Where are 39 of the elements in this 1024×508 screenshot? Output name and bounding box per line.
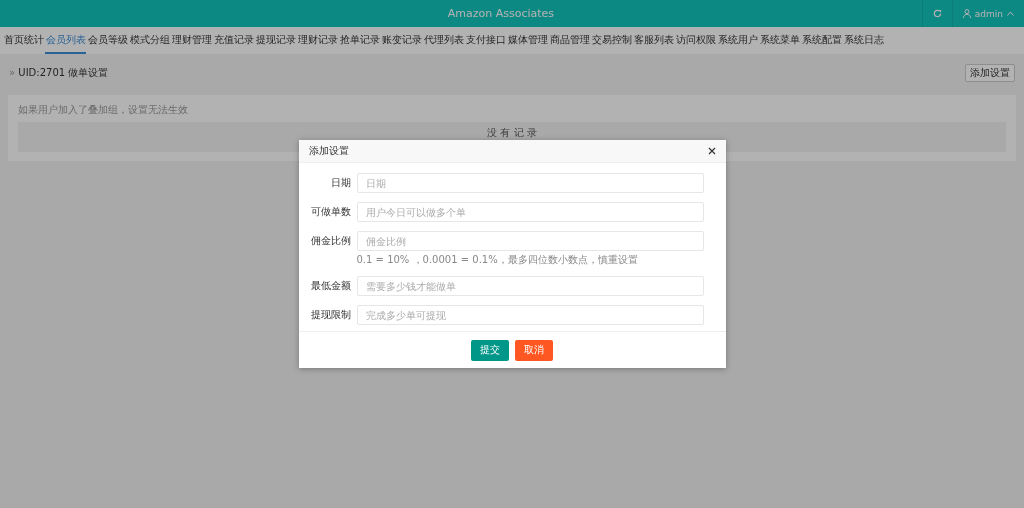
nav-tab[interactable]: 系统用户	[717, 27, 758, 54]
field-label: 可做单数	[309, 205, 351, 219]
nav-tab[interactable]: 首页统计	[3, 27, 44, 54]
nav-tab[interactable]: 商品管理	[549, 27, 590, 54]
refresh-icon	[932, 9, 942, 18]
close-icon[interactable]	[707, 147, 716, 155]
input-field[interactable]: 佣金比例	[356, 231, 704, 251]
breadcrumb: » UID:2701 做单设置	[9, 66, 109, 80]
nav-tab[interactable]: 系统菜单	[759, 27, 800, 54]
nav-tab[interactable]: 理财管理	[171, 27, 212, 54]
nav-tab[interactable]: 系统配置	[801, 27, 842, 54]
app-title: Amazon Associates	[446, 7, 556, 20]
input-field[interactable]: 用户今日可以做多个单	[356, 202, 704, 222]
nav-tab[interactable]: 理财记录	[297, 27, 338, 54]
input-field[interactable]: 完成多少单可提现	[356, 305, 704, 325]
nav-tab[interactable]: 提现记录	[255, 27, 296, 54]
user-icon	[962, 9, 971, 18]
caret-icon	[1007, 11, 1014, 16]
nav-tab[interactable]: 充值记录	[213, 27, 254, 54]
add-setting-button[interactable]: 添加设置	[965, 64, 1015, 82]
input-field[interactable]: 需要多少钱才能做单	[356, 276, 704, 296]
nav-tab[interactable]: 抢单记录	[339, 27, 380, 54]
nav-tab[interactable]: 支付接口	[465, 27, 506, 54]
help-text: 0.1 = 10% ，0.0001 = 0.1%，最多四位数小数点，慎重设置	[356, 253, 639, 267]
nav-tab[interactable]: 系统日志	[843, 27, 884, 54]
nav-tab[interactable]: 客服列表	[633, 27, 674, 54]
nav-tab[interactable]: 模式分组	[129, 27, 170, 54]
input-field[interactable]: 日期	[356, 173, 704, 193]
field-label: 提现限制	[309, 308, 351, 322]
field-label: 最低金额	[309, 279, 351, 293]
field-label: 日期	[329, 176, 351, 190]
nav-tab[interactable]: 代理列表	[423, 27, 464, 54]
submit-button[interactable]: 提交	[471, 339, 509, 361]
nav-tab[interactable]: 会员等级	[87, 27, 128, 54]
nav-tab[interactable]: 访问权限	[675, 27, 716, 54]
nav-tab[interactable]: 交易控制	[591, 27, 632, 54]
nav-tab[interactable]: 媒体管理	[507, 27, 548, 54]
field-label: 佣金比例	[309, 234, 351, 248]
nav-tab[interactable]: 账变记录	[381, 27, 422, 54]
